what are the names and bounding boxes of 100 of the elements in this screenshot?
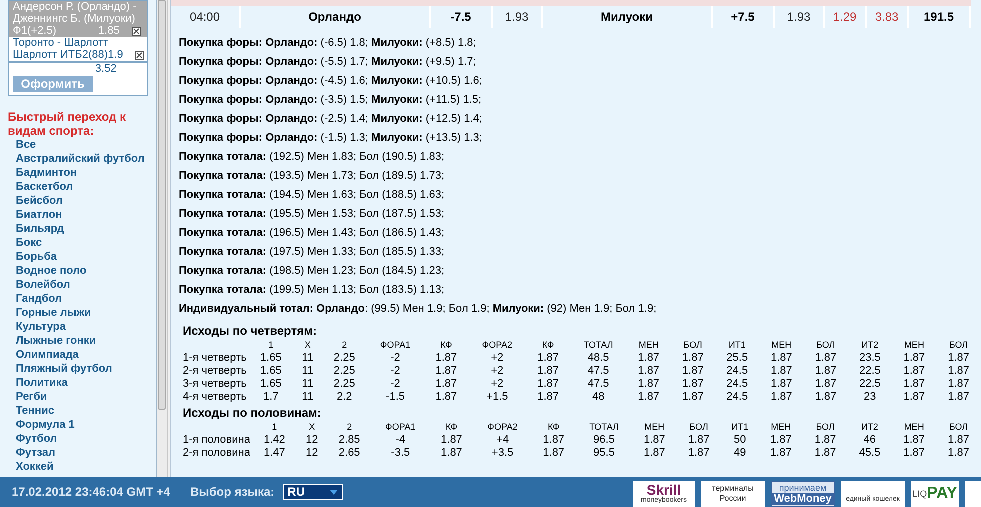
- table-cell-text: 1.87: [642, 447, 666, 460]
- table-cell-text: 23.5: [858, 352, 882, 365]
- table-cell-text: 1.87: [542, 434, 566, 447]
- column-header: БОЛ: [815, 421, 836, 434]
- table-cell-text: 1.87: [542, 447, 566, 460]
- table-cell-text: 1.87: [681, 378, 705, 391]
- sport-link[interactable]: Волейбол: [16, 278, 70, 292]
- offer-line: Покупка форы: Орландо: (-5.5) 1.7; Милуоки: (+9.5) 1.7;: [179, 55, 478, 70]
- table-cell-text: 22.5: [858, 365, 882, 378]
- offer-line: Покупка тотала: (199.5) Мен 1.13; Бол (183.5) 1.13;: [179, 283, 446, 298]
- column-header: МЕН: [903, 339, 926, 352]
- sport-link[interactable]: Олимпиада: [16, 348, 79, 362]
- table-cell-text: 1.87: [434, 365, 458, 378]
- column-header: ИТ2: [860, 339, 880, 352]
- sport-link[interactable]: Футзал: [16, 446, 56, 460]
- sport-link[interactable]: Пляжный футбол: [16, 362, 112, 376]
- remove-icon[interactable]: [132, 26, 141, 36]
- offer-line: Покупка форы: Орландо: (-3.5) 1.5; Милуоки: (+11.5) 1.5;: [179, 93, 483, 108]
- sport-link[interactable]: Бадминтон: [16, 166, 78, 180]
- sport-link[interactable]: Баскетбол: [16, 180, 74, 194]
- total-odds: 3.52: [95, 63, 117, 76]
- table-cell-text: 1.87: [536, 365, 560, 378]
- table-cell-text: 1.87: [947, 378, 970, 391]
- table-cell-text: 1.87: [687, 447, 711, 460]
- row-label: 1-я четверть: [183, 352, 248, 365]
- column-header: 1: [268, 339, 275, 352]
- table-cell-text: 96.5: [592, 434, 616, 447]
- row-label: 2-я половина: [183, 447, 252, 460]
- sport-link[interactable]: Водное поло: [16, 264, 87, 278]
- sport-link[interactable]: Австралийский футбол: [16, 152, 145, 166]
- offer-line: Покупка форы: Орландо: (-6.5) 1.8; Милуоки: (+8.5) 1.8;: [179, 36, 478, 51]
- offer-line: Покупка тотала: (195.5) Мен 1.53; Бол (187.5) 1.53;: [179, 207, 446, 222]
- sport-link[interactable]: Политика: [16, 376, 68, 390]
- table-cell: 1.93: [775, 6, 825, 28]
- column-header: ФОРА1: [379, 339, 412, 352]
- table-cell-text: 23: [863, 391, 878, 404]
- column-header: БОЛ: [948, 421, 970, 434]
- table-cell-text: 1.87: [770, 365, 794, 378]
- table-cell-text: 1.87: [687, 434, 711, 447]
- column-header: X: [304, 339, 312, 352]
- sport-link[interactable]: Регби: [16, 390, 48, 404]
- table-cell: 3.83: [867, 6, 909, 28]
- table-cell-text: 24.5: [726, 365, 750, 378]
- column-header: ИТ1: [728, 339, 747, 352]
- table-cell: 1.93: [493, 6, 543, 28]
- column-header: ИТ2: [860, 421, 880, 434]
- table-cell-text: 45.5: [858, 447, 882, 460]
- table-cell-text: -2: [390, 352, 402, 365]
- offer-line: Покупка тотала: (197.5) Мен 1.33; Бол (185.5) 1.33;: [179, 245, 446, 260]
- table-cell-text: +2: [490, 352, 505, 365]
- table-cell-text: 1.65: [259, 365, 283, 378]
- sport-link[interactable]: Бокс: [16, 236, 42, 250]
- payment-logo[interactable]: LIQPAY: [911, 481, 959, 507]
- table-cell: 191.5: [909, 6, 971, 28]
- table-cell-text: 1.7: [262, 391, 280, 404]
- sport-link[interactable]: Все: [16, 138, 36, 152]
- sport-link[interactable]: Лыжные гонки: [16, 334, 96, 348]
- table-cell-text: 48.5: [586, 352, 610, 365]
- sport-link[interactable]: Биатлон: [16, 208, 62, 222]
- table-cell-text: 1.87: [770, 378, 794, 391]
- column-header: 2: [346, 421, 354, 434]
- dropdown-arrow-icon: [330, 490, 338, 494]
- table-cell-text: +2: [490, 378, 505, 391]
- column-header: МЕН: [770, 339, 793, 352]
- offer-line: Покупка тотала: (192.5) Мен 1.83; Бол (190.5) 1.83;: [179, 150, 446, 165]
- sport-link[interactable]: Культура: [16, 320, 66, 334]
- table-cell: Милуоки: [543, 6, 713, 28]
- sport-link[interactable]: Бильярд: [16, 222, 64, 236]
- sport-link[interactable]: Футбол: [16, 432, 58, 446]
- table-cell-text: 1.87: [637, 365, 661, 378]
- section-title: Исходы по половинам:: [183, 406, 322, 421]
- column-header: ТОТАЛ: [588, 421, 620, 434]
- column-header: МЕН: [903, 421, 926, 434]
- sport-link[interactable]: Формула 1: [16, 418, 75, 432]
- remove-icon[interactable]: [135, 50, 144, 60]
- row-label: 1-я половина: [183, 434, 252, 447]
- table-cell-text: 1.87: [681, 365, 705, 378]
- table-cell-text: 25.5: [726, 352, 750, 365]
- table-cell-text: 1.47: [262, 447, 286, 460]
- payment-logo[interactable]: принимаем WebMoney: [771, 481, 835, 507]
- sport-link[interactable]: Гандбол: [16, 292, 62, 306]
- sport-link[interactable]: Бейсбол: [16, 194, 63, 208]
- date-time: 17.02.2012 23:46:04 GMT +4: [12, 484, 170, 501]
- table-cell-text: 1.87: [902, 447, 926, 460]
- sport-link[interactable]: Горные лыжи: [16, 306, 92, 320]
- sport-link[interactable]: Хоккей: [16, 460, 54, 474]
- column-header: 2: [341, 339, 348, 352]
- column-header: ФОРА1: [384, 421, 417, 434]
- sport-link[interactable]: Борьба: [16, 250, 58, 264]
- table-cell-text: 2.25: [332, 378, 356, 391]
- table-cell-text: 47.5: [586, 378, 610, 391]
- table-cell-text: 1.87: [637, 378, 661, 391]
- table-cell-text: 22.5: [858, 378, 882, 391]
- language-select[interactable]: RU: [282, 484, 343, 500]
- table-cell-text: 1.87: [536, 352, 560, 365]
- payment-logo[interactable]: терминалы России: [701, 481, 765, 507]
- table-cell-text: 1.87: [947, 447, 970, 460]
- column-header: МЕН: [770, 421, 792, 434]
- table-cell-text: 1.87: [814, 434, 838, 447]
- sport-link[interactable]: Теннис: [16, 404, 54, 418]
